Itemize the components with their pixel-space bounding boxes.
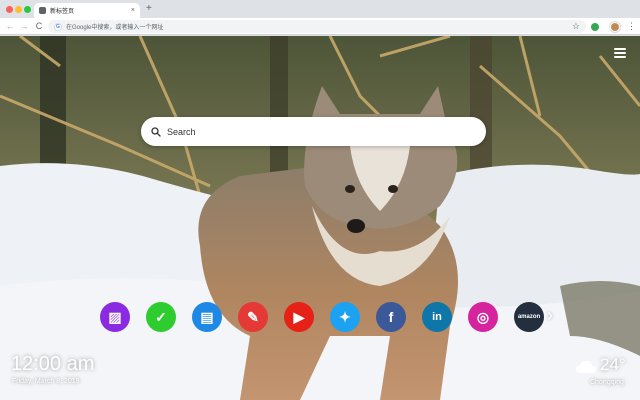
tab-new-tab[interactable]: 新标签页 × (34, 3, 140, 18)
minimize-window-button[interactable] (15, 6, 22, 13)
new-tab-button[interactable]: + (146, 3, 152, 15)
twitter-icon: ✦ (339, 309, 351, 325)
new-tab-page: ▨ ✓ ▤ ✎ ▶ ✦ f in ◎ amazon › 12:00 am Friday, Marc… (0, 36, 640, 400)
weather-city: Chongqing (590, 379, 624, 386)
cloud-weather-icon (575, 360, 597, 373)
notes-icon: ▤ (200, 309, 214, 325)
menu-line (614, 48, 626, 50)
facebook-icon: f (388, 309, 394, 325)
shortcut-amazon[interactable]: amazon (514, 302, 544, 332)
paint-icon: ✎ (247, 309, 259, 325)
weather-temperature: 24° (600, 355, 626, 374)
tasks-icon: ✓ (155, 309, 167, 325)
bookmark-star-icon[interactable]: ☆ (572, 22, 580, 31)
reload-button[interactable]: C (33, 20, 45, 32)
amazon-icon: amazon (517, 314, 541, 320)
clock-date: Friday, March 8, 2019 (12, 378, 80, 385)
clock-time: 12:00 am (11, 353, 95, 375)
browser-toolbar: ← → C G 在Google中搜索，或者输入一个网址 ☆ ⋮ (0, 18, 640, 35)
shortcut-paint[interactable]: ✎ (238, 302, 268, 332)
address-bar[interactable]: G 在Google中搜索，或者输入一个网址 ☆ (48, 20, 586, 33)
profile-avatar[interactable] (610, 22, 620, 32)
shortcut-instagram[interactable]: ◎ (468, 302, 498, 332)
tab-strip: 新标签页 × + (0, 0, 640, 18)
forward-button[interactable]: → (18, 20, 30, 32)
shortcut-photo-editor[interactable]: ▨ (100, 302, 130, 332)
wolf-wallpaper (0, 36, 640, 400)
address-bar-placeholder: 在Google中搜索，或者输入一个网址 (66, 25, 164, 31)
search-input[interactable] (167, 126, 486, 137)
settings-menu-button[interactable] (614, 48, 626, 58)
shortcut-notes[interactable]: ▤ (192, 302, 222, 332)
shortcuts-next-arrow-icon[interactable]: › (547, 306, 553, 324)
tab-favicon-icon (39, 7, 46, 14)
instagram-icon: ◎ (476, 309, 490, 325)
shortcut-linkedin[interactable]: in (422, 302, 452, 332)
maximize-window-button[interactable] (24, 6, 31, 13)
google-icon: G (54, 22, 62, 31)
back-button[interactable]: ← (4, 20, 16, 32)
shortcut-facebook[interactable]: f (376, 302, 406, 332)
linkedin-icon: in (432, 310, 442, 323)
search-bar[interactable] (141, 117, 486, 146)
search-icon (151, 126, 161, 137)
shortcut-tasks[interactable]: ✓ (146, 302, 176, 332)
tab-close-icon[interactable]: × (131, 7, 135, 14)
youtube-icon: ▶ (293, 309, 305, 325)
shortcut-twitter[interactable]: ✦ (330, 302, 360, 332)
menu-line (614, 52, 626, 54)
browser-menu-button[interactable]: ⋮ (627, 20, 636, 32)
shortcut-youtube[interactable]: ▶ (284, 302, 314, 332)
photo-editor-icon: ▨ (108, 309, 122, 325)
tab-title: 新标签页 (50, 9, 75, 15)
extension-icon[interactable] (591, 23, 599, 31)
close-window-button[interactable] (6, 6, 13, 13)
menu-line (614, 56, 626, 58)
